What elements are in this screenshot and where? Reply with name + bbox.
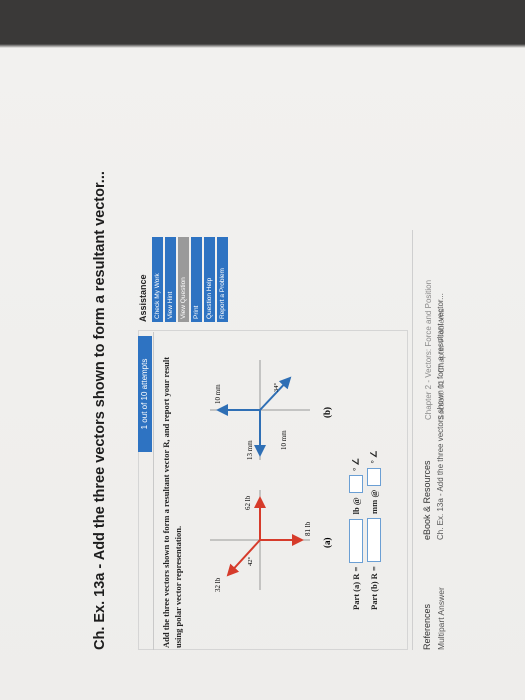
force-b-1: 13 mm (246, 440, 254, 460)
part-b-row: Part (b) R = mm @ ° ∠ (367, 450, 383, 610)
figure-b: 13 mm 10 mm 10 mm 34° (b) (210, 360, 332, 460)
part-a-degree: ° ∠ (350, 457, 361, 472)
vector-a-32 (226, 539, 261, 577)
question-help-button[interactable]: Question Help (204, 237, 215, 322)
figure-a-label: (a) (322, 538, 332, 549)
references-label: References (422, 603, 432, 650)
answer-area: Part (a) R = lb @ ° ∠ Part (b) R = mm @ … (345, 330, 395, 610)
divider (153, 332, 154, 650)
exercise-link[interactable]: Ch. Ex. 13a - Add the three vectors show… (436, 293, 445, 540)
attempts-badge: 1 out of 10 attempts (138, 336, 152, 452)
page-title: Ch. Ex. 13a - Add the three vectors show… (92, 171, 108, 650)
multipart-answer-label: Multipart Answer (436, 587, 446, 650)
question-prompt: Add the three vectors shown to form a re… (161, 356, 183, 648)
assistance-title: Assistance (138, 274, 148, 322)
screen: Ch. Ex. 13a - Add the three vectors show… (0, 0, 525, 700)
part-a-magnitude-input[interactable] (349, 518, 363, 563)
check-my-work-button[interactable]: Check My Work (152, 237, 163, 322)
vector-figures: 32 lb 62 lb 81 lb 42° (a) 13 mm 10 mm 10… (210, 360, 332, 592)
force-b-2: 10 mm (214, 384, 222, 404)
part-b-magnitude-input[interactable] (367, 518, 381, 563)
angle-a: 42° (247, 557, 254, 567)
view-hint-button[interactable]: View Hint (165, 237, 176, 322)
angle-b: 34° (273, 383, 280, 393)
part-a-angle-input[interactable] (349, 475, 363, 494)
print-button[interactable]: Print (191, 237, 202, 322)
figure-a: 32 lb 62 lb 81 lb 42° (a) (210, 490, 332, 592)
section-divider (412, 230, 413, 650)
force-a-2: 62 lb (244, 495, 252, 510)
force-b-3: 10 mm (280, 430, 288, 450)
view-question-button[interactable]: View Question (178, 237, 189, 322)
ebook-resources-label: eBook & Resources (422, 460, 432, 540)
part-b-unit: mm @ (369, 489, 379, 514)
part-b-label: Part (b) R = (369, 566, 379, 610)
part-a-row: Part (a) R = lb @ ° ∠ (349, 458, 365, 610)
force-a-3: 81 lb (304, 521, 312, 536)
force-a-1: 32 lb (214, 577, 222, 592)
report-problem-button[interactable]: Report a Problem (217, 237, 228, 322)
question-page: Ch. Ex. 13a - Add the three vectors show… (90, 50, 450, 690)
part-a-unit: lb @ (351, 497, 361, 515)
part-b-angle-input[interactable] (367, 467, 381, 486)
figure-b-label: (b) (322, 407, 332, 418)
chapter-link[interactable]: Chapter 2 - Vectors: Force and Position (424, 280, 433, 420)
part-a-label: Part (a) R = (351, 566, 361, 610)
part-b-degree: ° ∠ (368, 450, 379, 464)
